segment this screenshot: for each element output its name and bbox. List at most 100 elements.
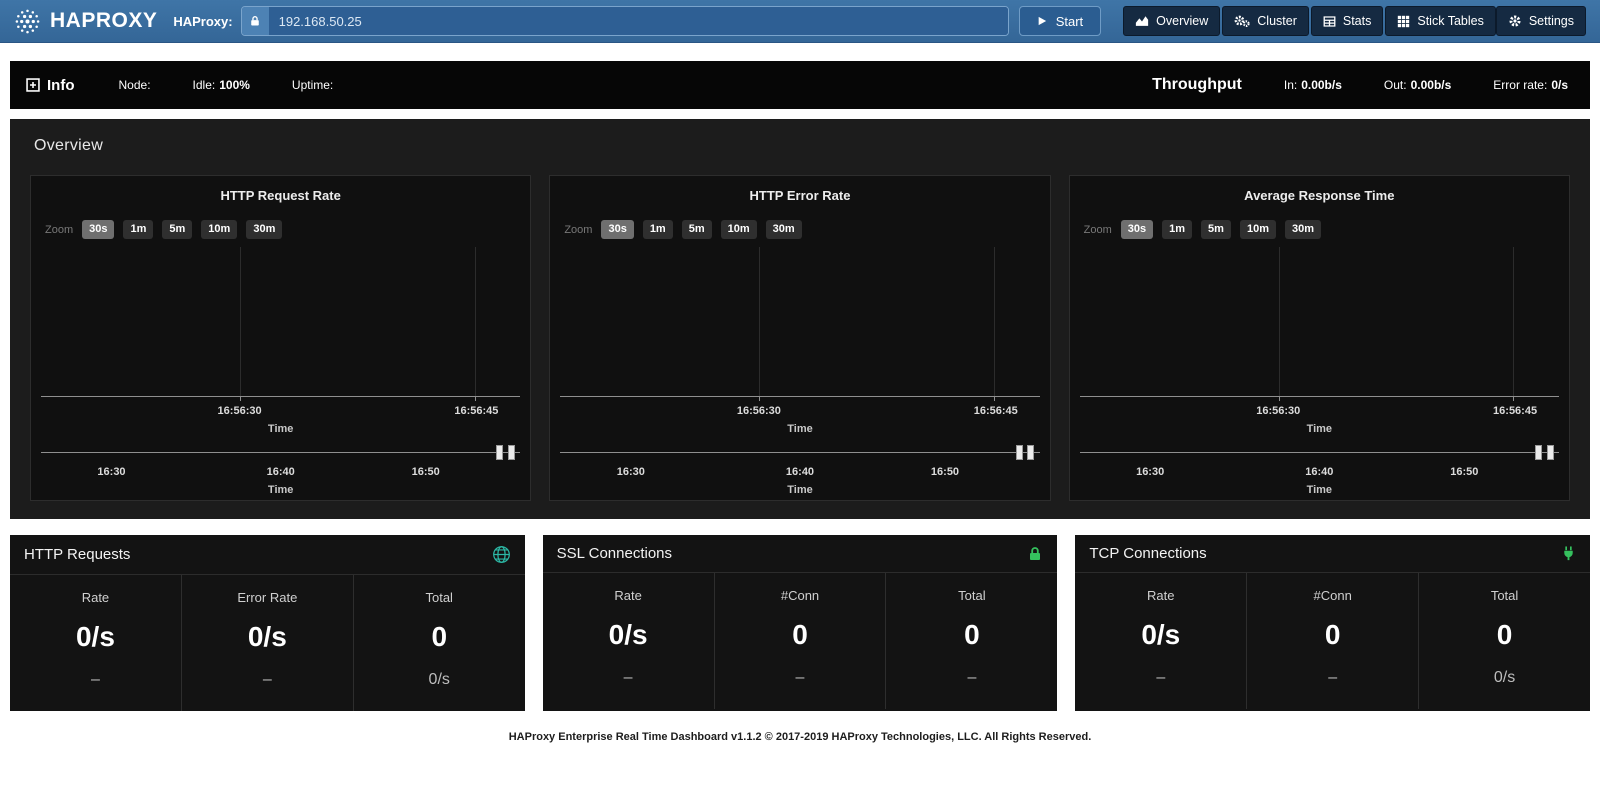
chart-navigator[interactable] — [1080, 444, 1559, 461]
stat-sub-value: – — [182, 671, 353, 689]
zoom-5m-button[interactable]: 5m — [1201, 220, 1231, 239]
stat-label: #Conn — [1247, 588, 1418, 603]
zoom-30m-button[interactable]: 30m — [766, 220, 802, 239]
chart-title: Average Response Time — [1078, 188, 1561, 203]
gridline — [475, 247, 476, 397]
brand-text: HAPROXY — [50, 9, 157, 33]
zoom-5m-button[interactable]: 5m — [682, 220, 712, 239]
nav-stats-button[interactable]: Stats — [1311, 6, 1384, 36]
address-input[interactable] — [269, 7, 1008, 35]
start-button[interactable]: Start — [1019, 6, 1101, 36]
stat-sub-value: – — [886, 669, 1057, 687]
chart-navigator[interactable] — [41, 444, 520, 461]
out-value: 0.00b/s — [1411, 78, 1452, 92]
out-label: Out: — [1384, 78, 1407, 92]
zoom-30s-button[interactable]: 30s — [601, 220, 633, 239]
node-field: Node: — [119, 78, 151, 92]
zoom-30m-button[interactable]: 30m — [246, 220, 282, 239]
card-body: Rate 0/s – #Conn 0 – Total 0 – — [543, 573, 1058, 709]
gridline — [1279, 247, 1280, 397]
in-label: In: — [1284, 78, 1297, 92]
navigator-axis-title: Time — [558, 484, 1041, 496]
info-title[interactable]: Info — [26, 77, 75, 94]
navigator-labels: 16:30 16:40 16:50 — [39, 466, 522, 479]
info-label: Info — [47, 77, 75, 94]
zoom-1m-button[interactable]: 1m — [643, 220, 673, 239]
x-tick-label: 16:56:30 — [1256, 405, 1300, 417]
footer-text: HAProxy Enterprise Real Time Dashboard v… — [0, 731, 1600, 743]
start-button-label: Start — [1056, 14, 1083, 29]
address-input-group — [241, 6, 1009, 36]
zoom-30s-button[interactable]: 30s — [1121, 220, 1153, 239]
navigator-tick-label: 16:30 — [617, 466, 645, 478]
x-axis-line — [560, 396, 1039, 397]
navigator-axis-title: Time — [1078, 484, 1561, 496]
navigator-handle-left[interactable] — [1016, 445, 1023, 460]
error-rate-value: 0/s — [1551, 78, 1568, 92]
zoom-controls: Zoom 30s 1m 5m 10m 30m — [1084, 220, 1561, 239]
zoom-5m-button[interactable]: 5m — [162, 220, 192, 239]
nav-overview-button[interactable]: Overview — [1123, 6, 1220, 36]
zoom-10m-button[interactable]: 10m — [201, 220, 237, 239]
stat-column-total: Total 0 0/s — [354, 575, 525, 711]
card-title: TCP Connections — [1089, 545, 1206, 562]
idle-label: Idle: — [193, 78, 216, 92]
navigator-handle-left[interactable] — [496, 445, 503, 460]
axis-tick — [475, 397, 476, 401]
card-title: HTTP Requests — [24, 546, 130, 563]
navigator-handle-left[interactable] — [1535, 445, 1542, 460]
gear-icon — [1508, 14, 1522, 28]
stat-sub-value: 0/s — [354, 671, 525, 689]
chart-plot-area[interactable] — [1080, 247, 1559, 397]
zoom-10m-button[interactable]: 10m — [721, 220, 757, 239]
nav-stick-tables-button[interactable]: Stick Tables — [1385, 6, 1495, 36]
zoom-30m-button[interactable]: 30m — [1285, 220, 1321, 239]
stat-label: Total — [1419, 588, 1590, 603]
axis-tick — [240, 397, 241, 401]
chart-navigator[interactable] — [560, 444, 1039, 461]
charts-row: HTTP Request Rate Zoom 30s 1m 5m 10m 30m… — [20, 175, 1580, 501]
zoom-1m-button[interactable]: 1m — [1162, 220, 1192, 239]
nav-stats-label: Stats — [1343, 14, 1372, 28]
nav-overview-label: Overview — [1156, 14, 1208, 28]
stat-column-total: Total 0 – — [886, 573, 1057, 709]
stat-cards-row: HTTP Requests Rate 0/s – Error Rate 0/s … — [10, 535, 1590, 711]
lock-addon — [242, 7, 269, 35]
settings-button[interactable]: Settings — [1496, 6, 1586, 36]
navigator-tick-label: 16:40 — [1305, 466, 1333, 478]
card-body: Rate 0/s – Error Rate 0/s – Total 0 0/s — [10, 575, 525, 711]
play-icon — [1037, 16, 1047, 26]
card-body: Rate 0/s – #Conn 0 – Total 0 0/s — [1075, 573, 1590, 709]
card-http-requests: HTTP Requests Rate 0/s – Error Rate 0/s … — [10, 535, 525, 711]
card-ssl-connections: SSL Connections Rate 0/s – #Conn 0 – Tot… — [543, 535, 1058, 711]
navigator-tick-label: 16:50 — [412, 466, 440, 478]
table-icon — [1323, 15, 1336, 28]
plus-square-icon — [26, 78, 40, 92]
navigator-labels: 16:30 16:40 16:50 — [1078, 466, 1561, 479]
navigator-tick-label: 16:40 — [267, 466, 295, 478]
card-header: HTTP Requests — [10, 535, 525, 575]
stat-column-rate: Rate 0/s – — [543, 573, 715, 709]
nav-cluster-button[interactable]: Cluster — [1222, 6, 1309, 36]
navigator-handle-right[interactable] — [1027, 445, 1034, 460]
stat-sub-value: – — [543, 669, 714, 687]
throughput-title: Throughput — [1152, 76, 1242, 94]
lock-icon — [1027, 546, 1043, 562]
gridline — [240, 247, 241, 397]
navigator-handle-right[interactable] — [1547, 445, 1554, 460]
stat-column-conn: #Conn 0 – — [715, 573, 887, 709]
chart-plot-area[interactable] — [560, 247, 1039, 397]
stat-column-rate: Rate 0/s – — [1075, 573, 1247, 709]
gridline — [759, 247, 760, 397]
stat-value: 0 — [354, 621, 525, 653]
stat-sub-value: – — [1247, 669, 1418, 687]
chart-plot-area[interactable] — [41, 247, 520, 397]
navigator-handle-right[interactable] — [508, 445, 515, 460]
axis-tick — [994, 397, 995, 401]
uptime-label: Uptime: — [292, 78, 333, 92]
idle-field: Idle:100% — [193, 78, 250, 92]
navigator-tick-label: 16:40 — [786, 466, 814, 478]
zoom-30s-button[interactable]: 30s — [82, 220, 114, 239]
zoom-10m-button[interactable]: 10m — [1240, 220, 1276, 239]
zoom-1m-button[interactable]: 1m — [123, 220, 153, 239]
